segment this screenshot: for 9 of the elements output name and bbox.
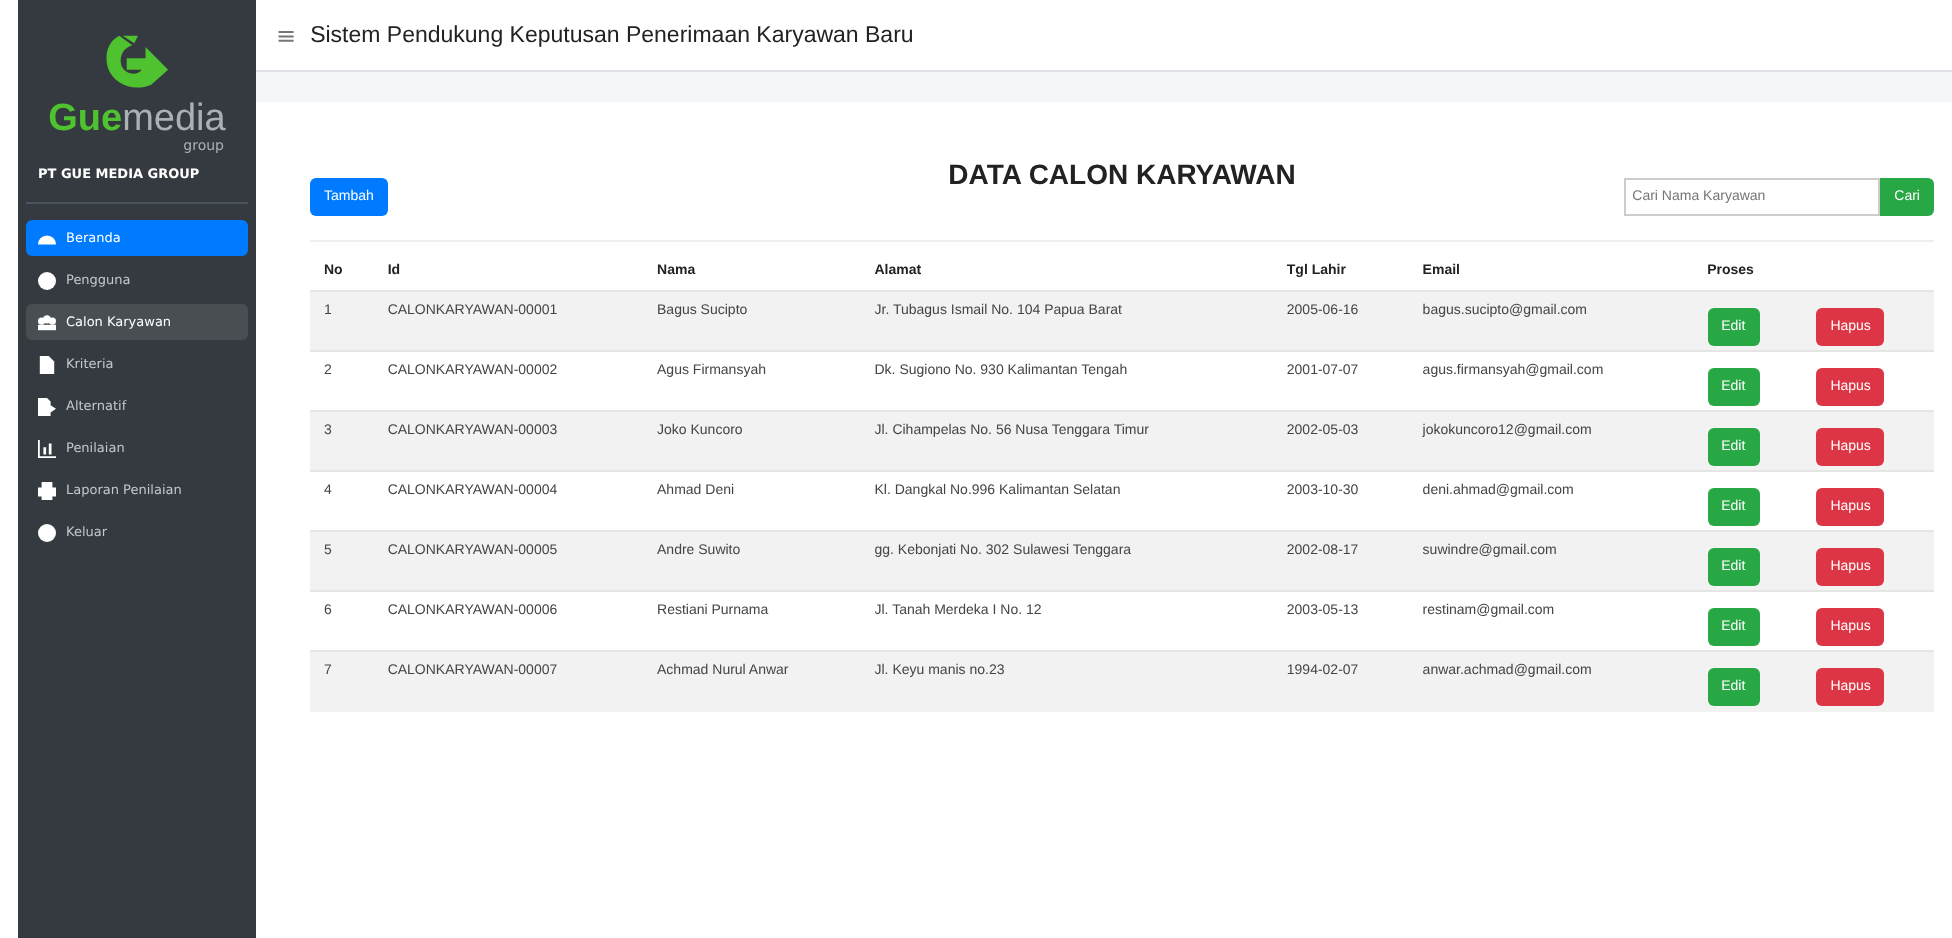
file-export-icon bbox=[38, 397, 56, 415]
users-icon bbox=[38, 313, 56, 331]
file-icon bbox=[38, 355, 56, 373]
logo-text: media bbox=[122, 98, 226, 140]
page-title: DATA CALON KARYAWAN bbox=[946, 158, 1298, 190]
logo-text: Gue bbox=[48, 98, 123, 140]
menu-icon[interactable]: ≡ bbox=[276, 21, 297, 49]
chart-icon bbox=[38, 439, 56, 457]
app-title: Sistem Pendukung Keputusan Penerimaan Karyawan Baru bbox=[310, 23, 914, 47]
